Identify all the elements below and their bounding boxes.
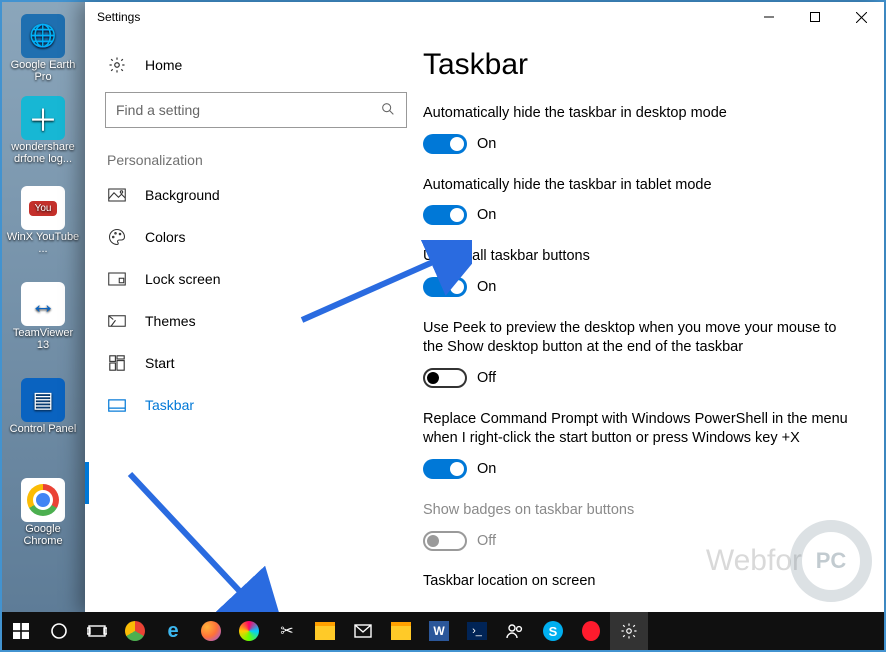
- taskbar-firefox[interactable]: [192, 612, 230, 650]
- taskbar-explorer[interactable]: [306, 612, 344, 650]
- desktop-icon-wondershare[interactable]: ＋ wondershare drfone log...: [6, 96, 80, 165]
- taskbar-settings[interactable]: [610, 612, 648, 650]
- image-icon: [107, 185, 127, 205]
- palette-icon: [107, 227, 127, 247]
- setting-powershell: Replace Command Prompt with Windows Powe…: [423, 410, 856, 479]
- sidebar-item-start[interactable]: Start: [85, 342, 423, 384]
- taskbar-app-paint[interactable]: [230, 612, 268, 650]
- toggle-peek[interactable]: Off: [423, 368, 856, 388]
- window-title: Settings: [97, 10, 140, 24]
- toggle-autohide-desktop[interactable]: On: [423, 134, 856, 154]
- sidebar-item-lock-screen[interactable]: Lock screen: [85, 258, 423, 300]
- taskbar-opera[interactable]: [572, 612, 610, 650]
- taskbar-skype[interactable]: S: [534, 612, 572, 650]
- setting-small-buttons: Use small taskbar buttons On: [423, 247, 856, 297]
- setting-peek: Use Peek to preview the desktop when you…: [423, 319, 856, 388]
- page-title: Taskbar: [423, 48, 856, 82]
- search-placeholder: Find a setting: [116, 102, 380, 118]
- taskbar-edge[interactable]: e: [154, 612, 192, 650]
- taskbar[interactable]: e ✂ W ›_ S: [2, 612, 884, 650]
- minimize-button[interactable]: [746, 2, 792, 32]
- cortana-button[interactable]: [40, 612, 78, 650]
- desktop-icon-teamviewer[interactable]: ↔ TeamViewer 13: [6, 282, 80, 351]
- watermark: Webfor PC: [706, 520, 872, 602]
- taskbar-files[interactable]: [382, 612, 420, 650]
- taskbar-app-snip[interactable]: ✂: [268, 612, 306, 650]
- sidebar-item-themes[interactable]: Themes: [85, 300, 423, 342]
- start-button[interactable]: [2, 612, 40, 650]
- sidebar-category: Personalization: [85, 138, 423, 174]
- toggle-powershell[interactable]: On: [423, 459, 856, 479]
- taskbar-chrome[interactable]: [116, 612, 154, 650]
- sidebar-item-background[interactable]: Background: [85, 174, 423, 216]
- sidebar-home-label: Home: [145, 57, 182, 73]
- taskview-button[interactable]: [78, 612, 116, 650]
- lock-screen-icon: [107, 269, 127, 289]
- setting-autohide-desktop: Automatically hide the taskbar in deskto…: [423, 104, 856, 154]
- maximize-button[interactable]: [792, 2, 838, 32]
- toggle-autohide-tablet[interactable]: On: [423, 205, 856, 225]
- search-icon: [380, 101, 396, 120]
- sidebar-item-colors[interactable]: Colors: [85, 216, 423, 258]
- taskbar-powershell[interactable]: ›_: [458, 612, 496, 650]
- desktop-icon-chrome[interactable]: Google Chrome: [6, 478, 80, 547]
- titlebar[interactable]: Settings: [85, 2, 884, 32]
- gear-icon: [107, 55, 127, 75]
- search-input[interactable]: Find a setting: [105, 92, 407, 128]
- desktop-icon-google-earth[interactable]: 🌐 Google Earth Pro: [6, 14, 80, 83]
- taskbar-people[interactable]: [496, 612, 534, 650]
- sidebar: Home Find a setting Personalization Back…: [85, 32, 423, 614]
- desktop-icon-winx-youtube[interactable]: You WinX YouTube ...: [6, 186, 80, 255]
- toggle-small-buttons[interactable]: On: [423, 277, 856, 297]
- close-button[interactable]: [838, 2, 884, 32]
- taskbar-word[interactable]: W: [420, 612, 458, 650]
- globe-icon: 🌐: [29, 23, 56, 49]
- taskbar-icon: [107, 395, 127, 415]
- start-icon: [107, 353, 127, 373]
- setting-autohide-tablet: Automatically hide the taskbar in tablet…: [423, 176, 856, 226]
- sidebar-item-taskbar[interactable]: Taskbar: [85, 384, 423, 426]
- desktop-icon-control-panel[interactable]: ▤ Control Panel: [6, 378, 80, 435]
- sidebar-home[interactable]: Home: [85, 44, 423, 86]
- themes-icon: [107, 311, 127, 331]
- taskbar-mail[interactable]: [344, 612, 382, 650]
